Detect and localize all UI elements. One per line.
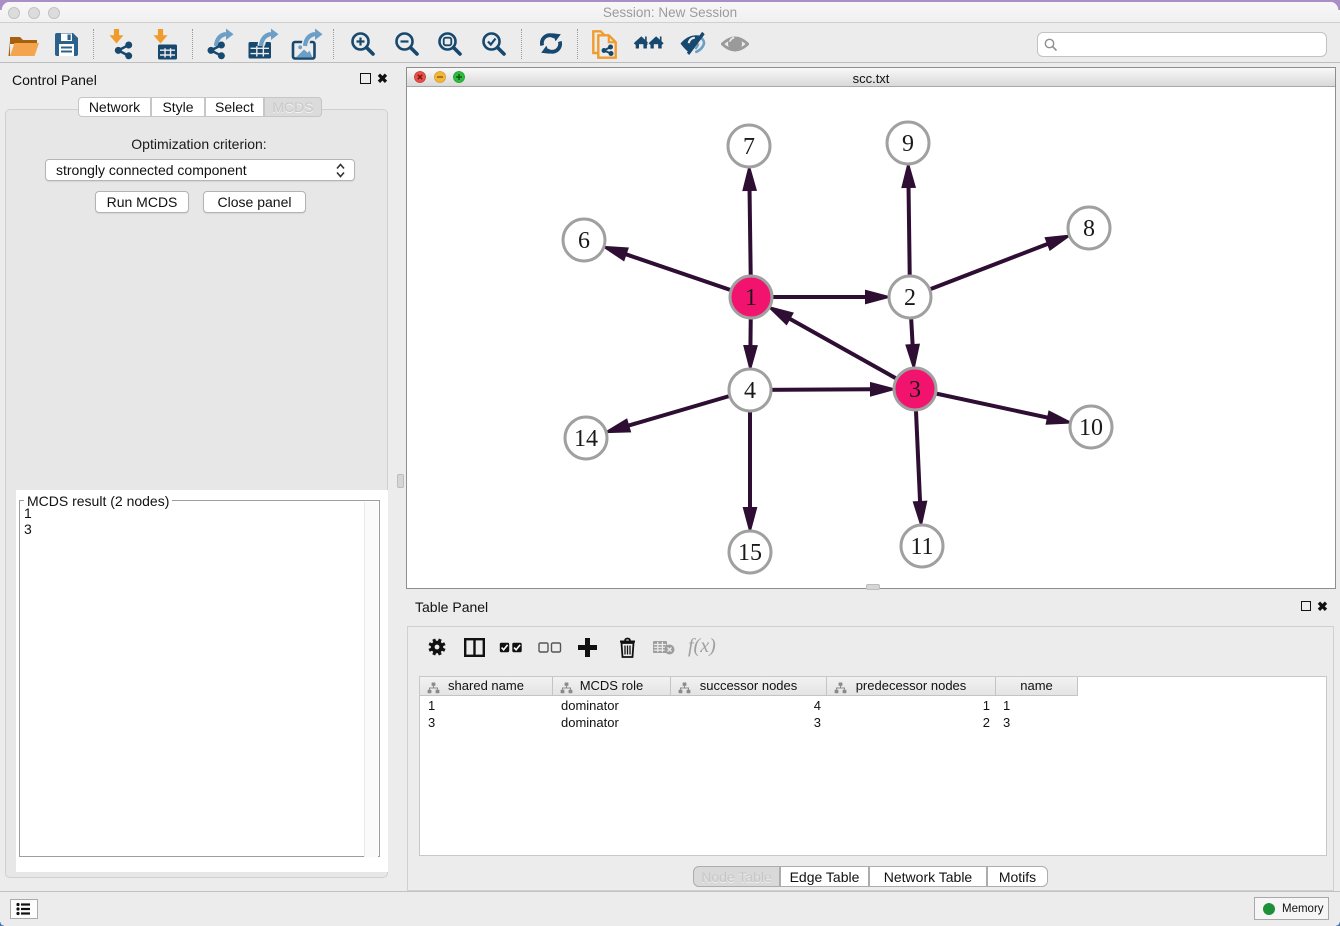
- svg-text:11: 11: [910, 534, 933, 560]
- svg-text:7: 7: [743, 134, 755, 160]
- svg-text:2: 2: [904, 285, 916, 311]
- svg-text:9: 9: [902, 131, 914, 157]
- svg-text:1: 1: [745, 285, 757, 311]
- svg-text:3: 3: [909, 377, 921, 403]
- svg-text:10: 10: [1079, 415, 1103, 441]
- svg-text:8: 8: [1083, 216, 1095, 242]
- svg-text:4: 4: [744, 378, 756, 404]
- svg-text:15: 15: [738, 540, 762, 566]
- svg-text:6: 6: [578, 228, 590, 254]
- svg-text:14: 14: [574, 426, 598, 452]
